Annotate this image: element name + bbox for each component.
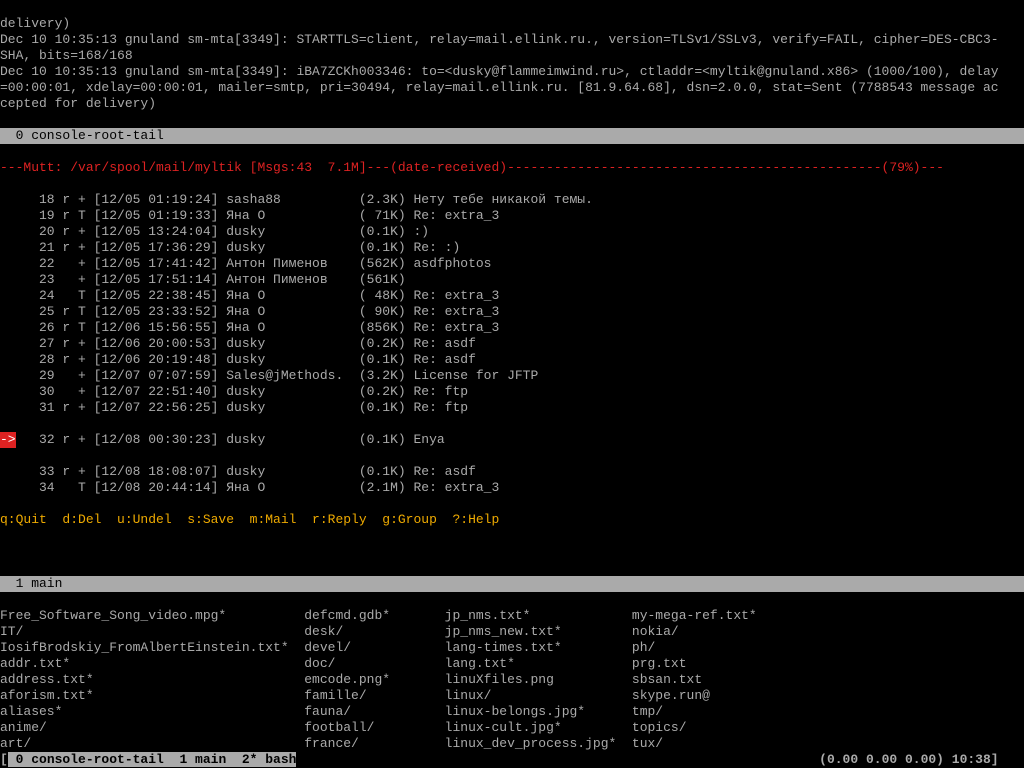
ls-row: Free_Software_Song_video.mpg* defcmd.gdb… [0, 608, 1024, 624]
pane-title-main: 1 main [0, 576, 1024, 592]
mutt-row[interactable]: 33 r + [12/08 18:08:07] dusky (0.1K) Re:… [0, 464, 1024, 480]
mutt-row[interactable]: 21 r + [12/05 17:36:29] dusky (0.1K) Re:… [0, 240, 1024, 256]
ls-listing: Free_Software_Song_video.mpg* defcmd.gdb… [0, 608, 1024, 768]
ls-row: aforism.txt* famille/ linux/ skype.run@ [0, 688, 1024, 704]
mutt-selected-row[interactable]: -> 32 r + [12/08 00:30:23] dusky (0.1K) … [0, 432, 1024, 448]
mutt-help-bar: q:Quit d:Del u:Undel s:Save m:Mail r:Rep… [0, 512, 1024, 528]
mutt-row[interactable]: 34 T [12/08 20:44:14] Яна О (2.1M) Re: e… [0, 480, 1024, 496]
ls-row: addr.txt* doc/ lang.txt* prg.txt [0, 656, 1024, 672]
ls-row: address.txt* emcode.png* linuXfiles.png … [0, 672, 1024, 688]
mutt-row[interactable]: 28 r + [12/06 20:19:48] dusky (0.1K) Re:… [0, 352, 1024, 368]
mutt-row[interactable]: 18 r + [12/05 01:19:24] sasha88 (2.3K) Н… [0, 192, 1024, 208]
ls-row: aliases* fauna/ linux-belongs.jpg* tmp/ [0, 704, 1024, 720]
tmux-clock: (0.00 0.00 0.00) 10:38] [819, 752, 998, 767]
mutt-row[interactable]: 23 + [12/05 17:51:14] Антон Пименов (561… [0, 272, 1024, 288]
mutt-message-index-cont[interactable]: 33 r + [12/08 18:08:07] dusky (0.1K) Re:… [0, 464, 1024, 496]
mutt-row[interactable]: 25 r T [12/05 23:33:52] Яна О ( 90K) Re:… [0, 304, 1024, 320]
tmux-windows[interactable]: 0 console-root-tail 1 main 2* bash [8, 752, 297, 767]
syslog-output: delivery) Dec 10 10:35:13 gnuland sm-mta… [0, 16, 1024, 112]
ls-row: anime/ football/ linux-cult.jpg* topics/ [0, 720, 1024, 736]
blank-line [0, 544, 1024, 560]
tmux-status-bar[interactable]: [ 0 console-root-tail 1 main 2* bash (0.… [0, 752, 1024, 768]
mutt-row[interactable]: 19 r T [12/05 01:19:33] Яна О ( 71K) Re:… [0, 208, 1024, 224]
ls-row: art/ france/ linux_dev_process.jpg* tux/ [0, 736, 1024, 752]
selection-marker: -> [0, 432, 16, 448]
ls-row: IT/ desk/ jp_nms_new.txt* nokia/ [0, 624, 1024, 640]
mutt-row[interactable]: 29 + [12/07 07:07:59] Sales@jMethods. (3… [0, 368, 1024, 384]
pane-title-console-root-tail: 0 console-root-tail [0, 128, 1024, 144]
ls-row: IosifBrodskiy_FromAlbertEinstein.txt* de… [0, 640, 1024, 656]
mutt-row[interactable]: 27 r + [12/06 20:00:53] dusky (0.2K) Re:… [0, 336, 1024, 352]
mutt-row[interactable]: 20 r + [12/05 13:24:04] dusky (0.1K) :) [0, 224, 1024, 240]
mutt-status-bar: ---Mutt: /var/spool/mail/myltik [Msgs:43… [0, 160, 1024, 176]
mutt-row[interactable]: 22 + [12/05 17:41:42] Антон Пименов (562… [0, 256, 1024, 272]
mutt-row[interactable]: 31 r + [12/07 22:56:25] dusky (0.1K) Re:… [0, 400, 1024, 416]
mutt-row[interactable]: 26 r T [12/06 15:56:55] Яна О (856K) Re:… [0, 320, 1024, 336]
mutt-message-index[interactable]: 18 r + [12/05 01:19:24] sasha88 (2.3K) Н… [0, 192, 1024, 416]
mutt-row[interactable]: 30 + [12/07 22:51:40] dusky (0.2K) Re: f… [0, 384, 1024, 400]
mutt-row[interactable]: 24 T [12/05 22:38:45] Яна О ( 48K) Re: e… [0, 288, 1024, 304]
